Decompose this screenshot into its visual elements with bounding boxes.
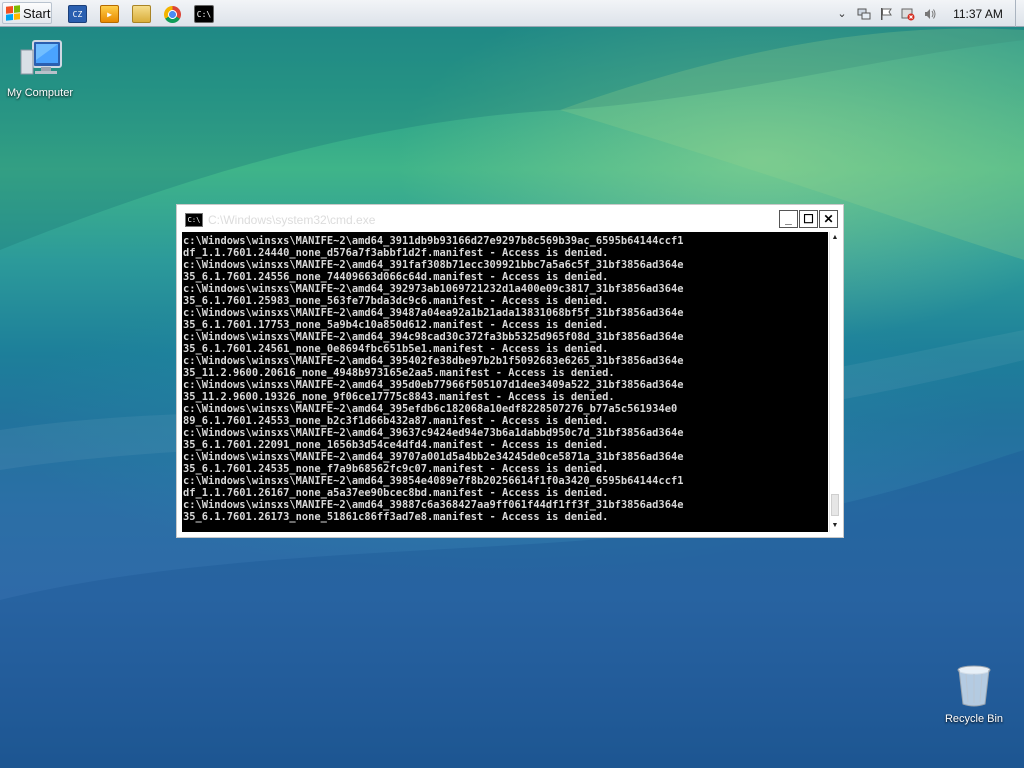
console-line: c:\Windows\winsxs\MANIFE~2\amd64_3911db9…	[183, 235, 684, 247]
minimize-button[interactable]: _	[779, 210, 798, 228]
console-line: 35_6.1.7601.25983_none_563fe77bda3dc9c6.…	[183, 295, 609, 307]
command-prompt-icon[interactable]: C:\	[185, 213, 203, 227]
flag-icon[interactable]	[878, 6, 894, 22]
console-line: c:\Windows\winsxs\MANIFE~2\amd64_39487a0…	[183, 307, 684, 319]
window-title: C:\Windows\system32\cmd.exe	[208, 213, 376, 227]
console-line: 35_6.1.7601.17753_none_5a9b4c10a850d612.…	[183, 319, 609, 331]
network-icon[interactable]	[856, 6, 872, 22]
console-line: 35_6.1.7601.26173_none_51861c86ff3ad7e8.…	[183, 511, 609, 523]
console-line: df_1.1.7601.24440_none_d576a7f3abbf1d2f.…	[183, 247, 609, 259]
console-line: c:\Windows\winsxs\MANIFE~2\amd64_39707a0…	[183, 451, 684, 463]
scroll-up-arrow-icon[interactable]: ▲	[830, 232, 840, 244]
console-line: c:\Windows\winsxs\MANIFE~2\amd64_394c98c…	[183, 331, 684, 343]
chrome-icon[interactable]	[164, 5, 181, 23]
console-line: 35_6.1.7601.24556_none_74409663d066c64d.…	[183, 271, 609, 283]
maximize-button[interactable]: ☐	[799, 210, 818, 228]
show-desktop-button[interactable]	[1015, 0, 1024, 27]
console-line: c:\Windows\winsxs\MANIFE~2\amd64_39637c9…	[183, 427, 684, 439]
window-title-bar[interactable]: C:\ C:\Windows\system32\cmd.exe _ ☐ ✕	[182, 210, 840, 230]
console-line: 35_6.1.7601.24561_none_0e8694fbc651b5e1.…	[183, 343, 609, 355]
desktop-icon-recycle-bin[interactable]: Recycle Bin	[934, 664, 1014, 725]
start-button[interactable]: Start	[2, 2, 52, 24]
media-player-icon[interactable]: ▶	[100, 5, 119, 23]
caption-buttons: _ ☐ ✕	[779, 210, 838, 228]
system-tray: ⌄ 11:37 AM	[831, 0, 1024, 27]
console-line: c:\Windows\winsxs\MANIFE~2\amd64_395efdb…	[183, 403, 678, 415]
command-prompt-icon[interactable]: C:\	[194, 5, 214, 23]
security-icon[interactable]	[900, 6, 916, 22]
windows-logo-icon	[6, 5, 20, 21]
chevron-down-icon[interactable]: ⌄	[834, 6, 850, 22]
cpu-z-icon[interactable]: CZ	[68, 5, 87, 23]
computer-icon	[20, 40, 62, 75]
command-prompt-window[interactable]: C:\ C:\Windows\system32\cmd.exe _ ☐ ✕ c:…	[176, 204, 844, 538]
quick-launch-bar: CZ ▶ C:\	[68, 4, 214, 24]
console-line: c:\Windows\winsxs\MANIFE~2\amd64_395d0eb…	[183, 379, 684, 391]
console-text: c:\Windows\winsxs\MANIFE~2\amd64_3911db9…	[182, 232, 828, 523]
folder-icon[interactable]	[132, 5, 151, 23]
console-line: c:\Windows\winsxs\MANIFE~2\amd64_39887c6…	[183, 499, 684, 511]
console-line: c:\Windows\winsxs\MANIFE~2\amd64_39854e4…	[183, 475, 684, 487]
start-label: Start	[23, 5, 51, 21]
console-line: df_1.1.7601.26167_none_a5a37ee90bcec8bd.…	[183, 487, 609, 499]
close-button[interactable]: ✕	[819, 210, 838, 228]
console-line: 89_6.1.7601.24553_none_b2c3f1d66b432a87.…	[183, 415, 609, 427]
console-line: 35_11.2.9600.20616_none_4948b973165e2aa5…	[183, 367, 615, 379]
console-line: 35_6.1.7601.22091_none_1656b3d54ce4dfd4.…	[183, 439, 609, 451]
taskbar: Start CZ ▶ C:\ ⌄ 11:37 AM	[0, 0, 1024, 27]
console-line: 35_11.2.9600.19326_none_9f06ce17775c8843…	[183, 391, 615, 403]
console-output[interactable]: c:\Windows\winsxs\MANIFE~2\amd64_3911db9…	[182, 232, 828, 532]
scroll-thumb[interactable]	[831, 494, 839, 516]
desktop-icon-my-computer[interactable]: My Computer	[0, 38, 80, 99]
vertical-scrollbar[interactable]: ▲ ▼	[829, 232, 840, 532]
taskbar-clock[interactable]: 11:37 AM	[945, 7, 1011, 21]
console-line: c:\Windows\winsxs\MANIFE~2\amd64_395402f…	[183, 355, 684, 367]
console-line: c:\Windows\winsxs\MANIFE~2\amd64_391faf3…	[183, 259, 684, 271]
recycle-bin-icon	[957, 665, 991, 707]
scroll-down-arrow-icon[interactable]: ▼	[830, 520, 840, 532]
console-line: 35_6.1.7601.24535_none_f7a9b68562fc9c07.…	[183, 463, 609, 475]
volume-icon[interactable]	[922, 6, 938, 22]
desktop-icon-label: Recycle Bin	[944, 713, 1004, 725]
console-line: c:\Windows\winsxs\MANIFE~2\amd64_392973a…	[183, 283, 684, 295]
desktop-icon-label: My Computer	[6, 87, 74, 99]
